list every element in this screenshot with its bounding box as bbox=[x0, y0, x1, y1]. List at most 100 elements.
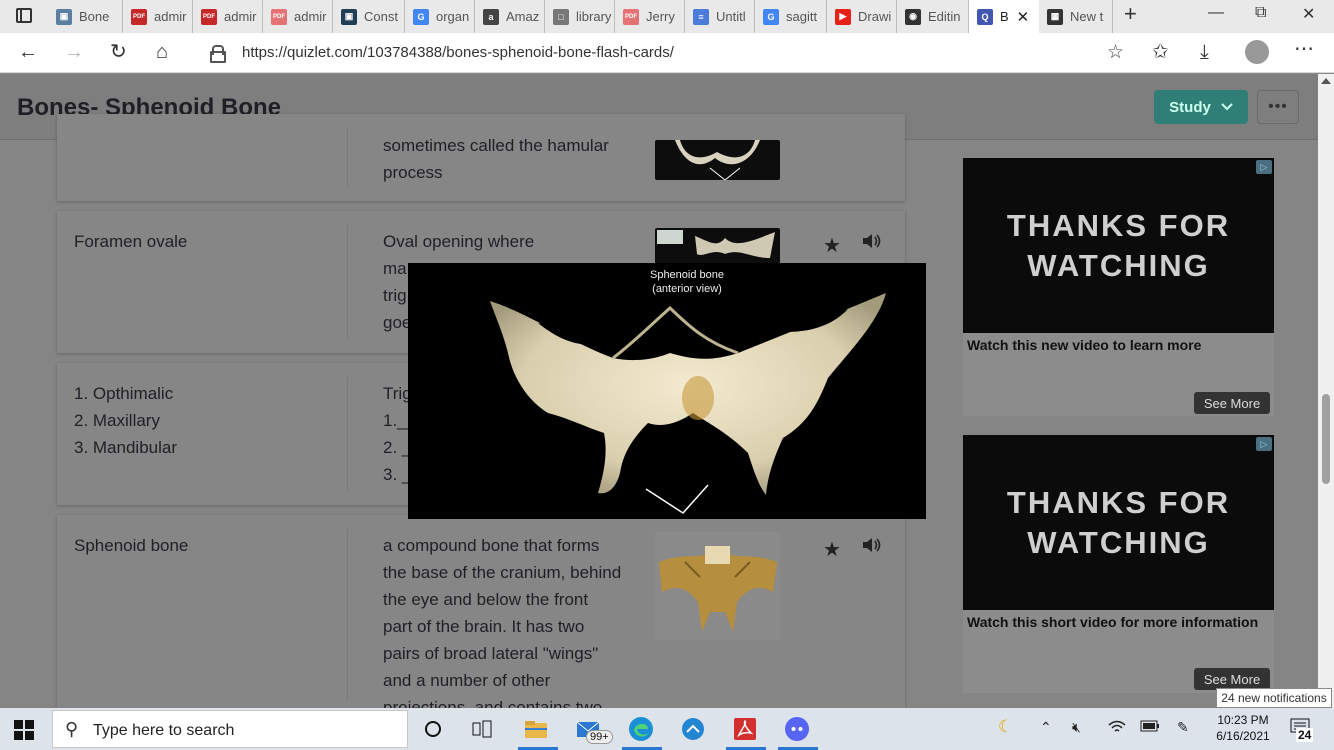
forward-arrow-icon[interactable]: → bbox=[64, 41, 84, 63]
speaker-icon[interactable] bbox=[861, 231, 881, 256]
browser-tab[interactable]: ≡ Untitl bbox=[685, 0, 755, 33]
card-term: 1. Opthimalic 2. Maxillary 3. Mandibular bbox=[74, 380, 177, 461]
tab-actions-icon[interactable] bbox=[16, 8, 32, 23]
new-tab-button[interactable]: + bbox=[1124, 1, 1137, 27]
url-text[interactable]: https://quizlet.com/103784388/bones-sphe… bbox=[242, 44, 674, 61]
night-light-icon[interactable]: ☾ bbox=[998, 717, 1013, 737]
card-term: Sphenoid bone bbox=[74, 536, 189, 555]
wifi-icon[interactable] bbox=[1108, 719, 1126, 738]
ad-caption[interactable]: Watch this short video for more informat… bbox=[967, 615, 1267, 630]
tab-label: admir bbox=[294, 9, 327, 24]
tab-label: Const bbox=[364, 9, 398, 24]
browser-tab[interactable]: ▣ Const bbox=[333, 0, 405, 33]
battery-icon[interactable] bbox=[1140, 719, 1160, 736]
ad-caption[interactable]: Watch this new video to learn more bbox=[967, 338, 1267, 353]
browser-tab[interactable]: □ library bbox=[545, 0, 615, 33]
settings-menu-icon[interactable]: ⋯ bbox=[1294, 38, 1314, 60]
browser-tab[interactable]: ▣ Bone bbox=[48, 0, 123, 33]
favorites-icon[interactable]: ✩ bbox=[1152, 41, 1169, 63]
chevron-up-icon[interactable]: ⌃ bbox=[1040, 719, 1052, 736]
browser-tab[interactable]: ▶ Drawi bbox=[827, 0, 897, 33]
card-image[interactable] bbox=[655, 532, 780, 640]
home-icon[interactable]: ⌂ bbox=[156, 41, 168, 63]
discord-icon[interactable] bbox=[782, 715, 812, 743]
tab-label: organ bbox=[436, 9, 470, 24]
browser-tab[interactable]: ▦ New t bbox=[1039, 0, 1113, 33]
ad-video[interactable]: THANKS FOR WATCHING bbox=[963, 158, 1274, 333]
ad-unit[interactable]: THANKS FOR WATCHING ▷ Watch this short v… bbox=[963, 435, 1274, 693]
address-bar[interactable]: https://quizlet.com/103784388/bones-sphe… bbox=[196, 38, 1136, 68]
study-button[interactable]: Study bbox=[1154, 90, 1248, 124]
pen-icon[interactable]: ✎ bbox=[1177, 719, 1189, 736]
ad-unit[interactable]: THANKS FOR WATCHING ▷ Watch this new vid… bbox=[963, 158, 1274, 416]
browser-tab-bar: ▣ Bone PDF admir PDF admir PDF admir ▣ Const Gorga… bbox=[0, 0, 1334, 33]
volume-muted-icon[interactable]: 🔇︎ bbox=[1072, 719, 1081, 736]
definition-line: projections, and contains two bbox=[383, 698, 603, 708]
close-window-button[interactable]: ✕ bbox=[1302, 4, 1315, 24]
taskbar-clock[interactable]: 10:23 PM 6/16/2021 bbox=[1203, 712, 1283, 744]
browser-tab[interactable]: PDF Jerry bbox=[615, 0, 685, 33]
browser-tab[interactable]: PDF admir bbox=[193, 0, 263, 33]
close-tab-icon[interactable]: ✕ bbox=[1017, 8, 1030, 26]
tab-label: Untitl bbox=[716, 9, 746, 24]
card-divider bbox=[347, 128, 348, 187]
profile-avatar[interactable] bbox=[1245, 40, 1269, 64]
definition-line: pairs of broad lateral "wings" bbox=[383, 644, 599, 663]
browser-tab[interactable]: ◉ Editin bbox=[897, 0, 969, 33]
term-line: 2. Maxillary bbox=[74, 411, 160, 430]
back-arrow-icon[interactable]: ← bbox=[18, 41, 38, 63]
task-view-icon[interactable] bbox=[468, 715, 498, 743]
acrobat-icon[interactable] bbox=[730, 715, 760, 743]
card-image[interactable] bbox=[655, 228, 780, 264]
browser-tab[interactable]: PDF admir bbox=[123, 0, 193, 33]
sphenoid-diagram-thumbnail bbox=[659, 546, 777, 632]
ad-video[interactable]: THANKS FOR WATCHING bbox=[963, 435, 1274, 610]
see-more-button[interactable]: See More bbox=[1194, 668, 1270, 690]
windows-start-icon[interactable] bbox=[14, 720, 34, 740]
restore-button[interactable]: ⧉ bbox=[1255, 4, 1266, 22]
browser-tab[interactable]: a Amaz bbox=[475, 0, 545, 33]
more-options-button[interactable]: ••• bbox=[1257, 90, 1299, 124]
scrollbar-thumb[interactable] bbox=[1322, 394, 1330, 484]
file-explorer-icon[interactable] bbox=[521, 715, 551, 743]
pdf-icon: PDF bbox=[131, 8, 147, 25]
card-image[interactable] bbox=[655, 140, 780, 180]
add-favorite-icon[interactable]: ☆ bbox=[1107, 41, 1124, 64]
browser-tab[interactable]: Gsagitt bbox=[755, 0, 827, 33]
google-icon: G bbox=[413, 8, 429, 25]
browser-tab[interactable]: PDF admir bbox=[263, 0, 333, 33]
browser-tab[interactable]: Q B ✕ bbox=[969, 0, 1039, 33]
cortana-icon[interactable] bbox=[418, 715, 448, 743]
definition-line: and a number of other bbox=[383, 671, 551, 690]
star-icon[interactable]: ★ bbox=[823, 537, 841, 562]
tab-label: Jerry bbox=[646, 9, 675, 24]
speaker-icon[interactable] bbox=[861, 535, 881, 560]
mail-badge: 99+ bbox=[586, 730, 613, 744]
card-divider bbox=[347, 377, 348, 491]
refresh-icon[interactable]: ↻ bbox=[110, 41, 127, 63]
app-icon[interactable] bbox=[678, 715, 708, 743]
enlarged-image-popup[interactable]: Sphenoid bone (anterior view) bbox=[408, 263, 926, 519]
search-placeholder: Type here to search bbox=[93, 722, 235, 739]
document-icon: □ bbox=[553, 8, 569, 25]
definition-line: the eye and below the front bbox=[383, 590, 589, 609]
ad-choices-icon[interactable]: ▷ bbox=[1256, 160, 1272, 174]
minimize-button[interactable]: — bbox=[1208, 4, 1224, 22]
browser-tab[interactable]: Gorgan bbox=[405, 0, 475, 33]
scroll-up-arrow-icon[interactable] bbox=[1321, 78, 1331, 84]
amazon-icon: a bbox=[483, 8, 499, 25]
ad-choices-icon[interactable]: ▷ bbox=[1256, 437, 1272, 451]
see-more-button[interactable]: See More bbox=[1194, 392, 1270, 414]
page-scrollbar[interactable] bbox=[1318, 74, 1334, 708]
tab-label: Amaz bbox=[506, 9, 540, 24]
edge-browser-icon[interactable] bbox=[626, 715, 656, 743]
downloads-icon[interactable]: ⤓ bbox=[1200, 41, 1209, 63]
tab-label: Editin bbox=[928, 9, 961, 24]
notification-tooltip: 24 new notifications bbox=[1216, 688, 1332, 708]
tab-label: library bbox=[576, 9, 612, 24]
lock-icon[interactable] bbox=[210, 45, 226, 63]
docs-icon: ≡ bbox=[693, 8, 709, 25]
taskbar-search-input[interactable]: ⚲ Type here to search bbox=[52, 710, 408, 748]
sphenoid-thumbnail bbox=[657, 230, 775, 258]
star-icon[interactable]: ★ bbox=[823, 233, 841, 258]
